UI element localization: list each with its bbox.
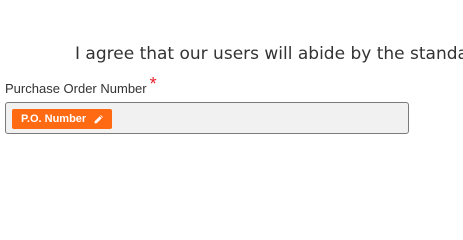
purchase-order-label-row: Purchase Order Number * [5, 74, 157, 97]
purchase-order-label: Purchase Order Number [5, 81, 147, 96]
agreement-text: I agree that our users will abide by the… [75, 44, 463, 64]
pencil-icon [93, 114, 104, 125]
required-asterisk: * [149, 74, 157, 94]
po-number-edit-button[interactable]: P.O. Number [12, 109, 113, 129]
po-number-button-label: P.O. Number [21, 113, 87, 125]
purchase-order-field[interactable]: P.O. Number [5, 102, 409, 134]
